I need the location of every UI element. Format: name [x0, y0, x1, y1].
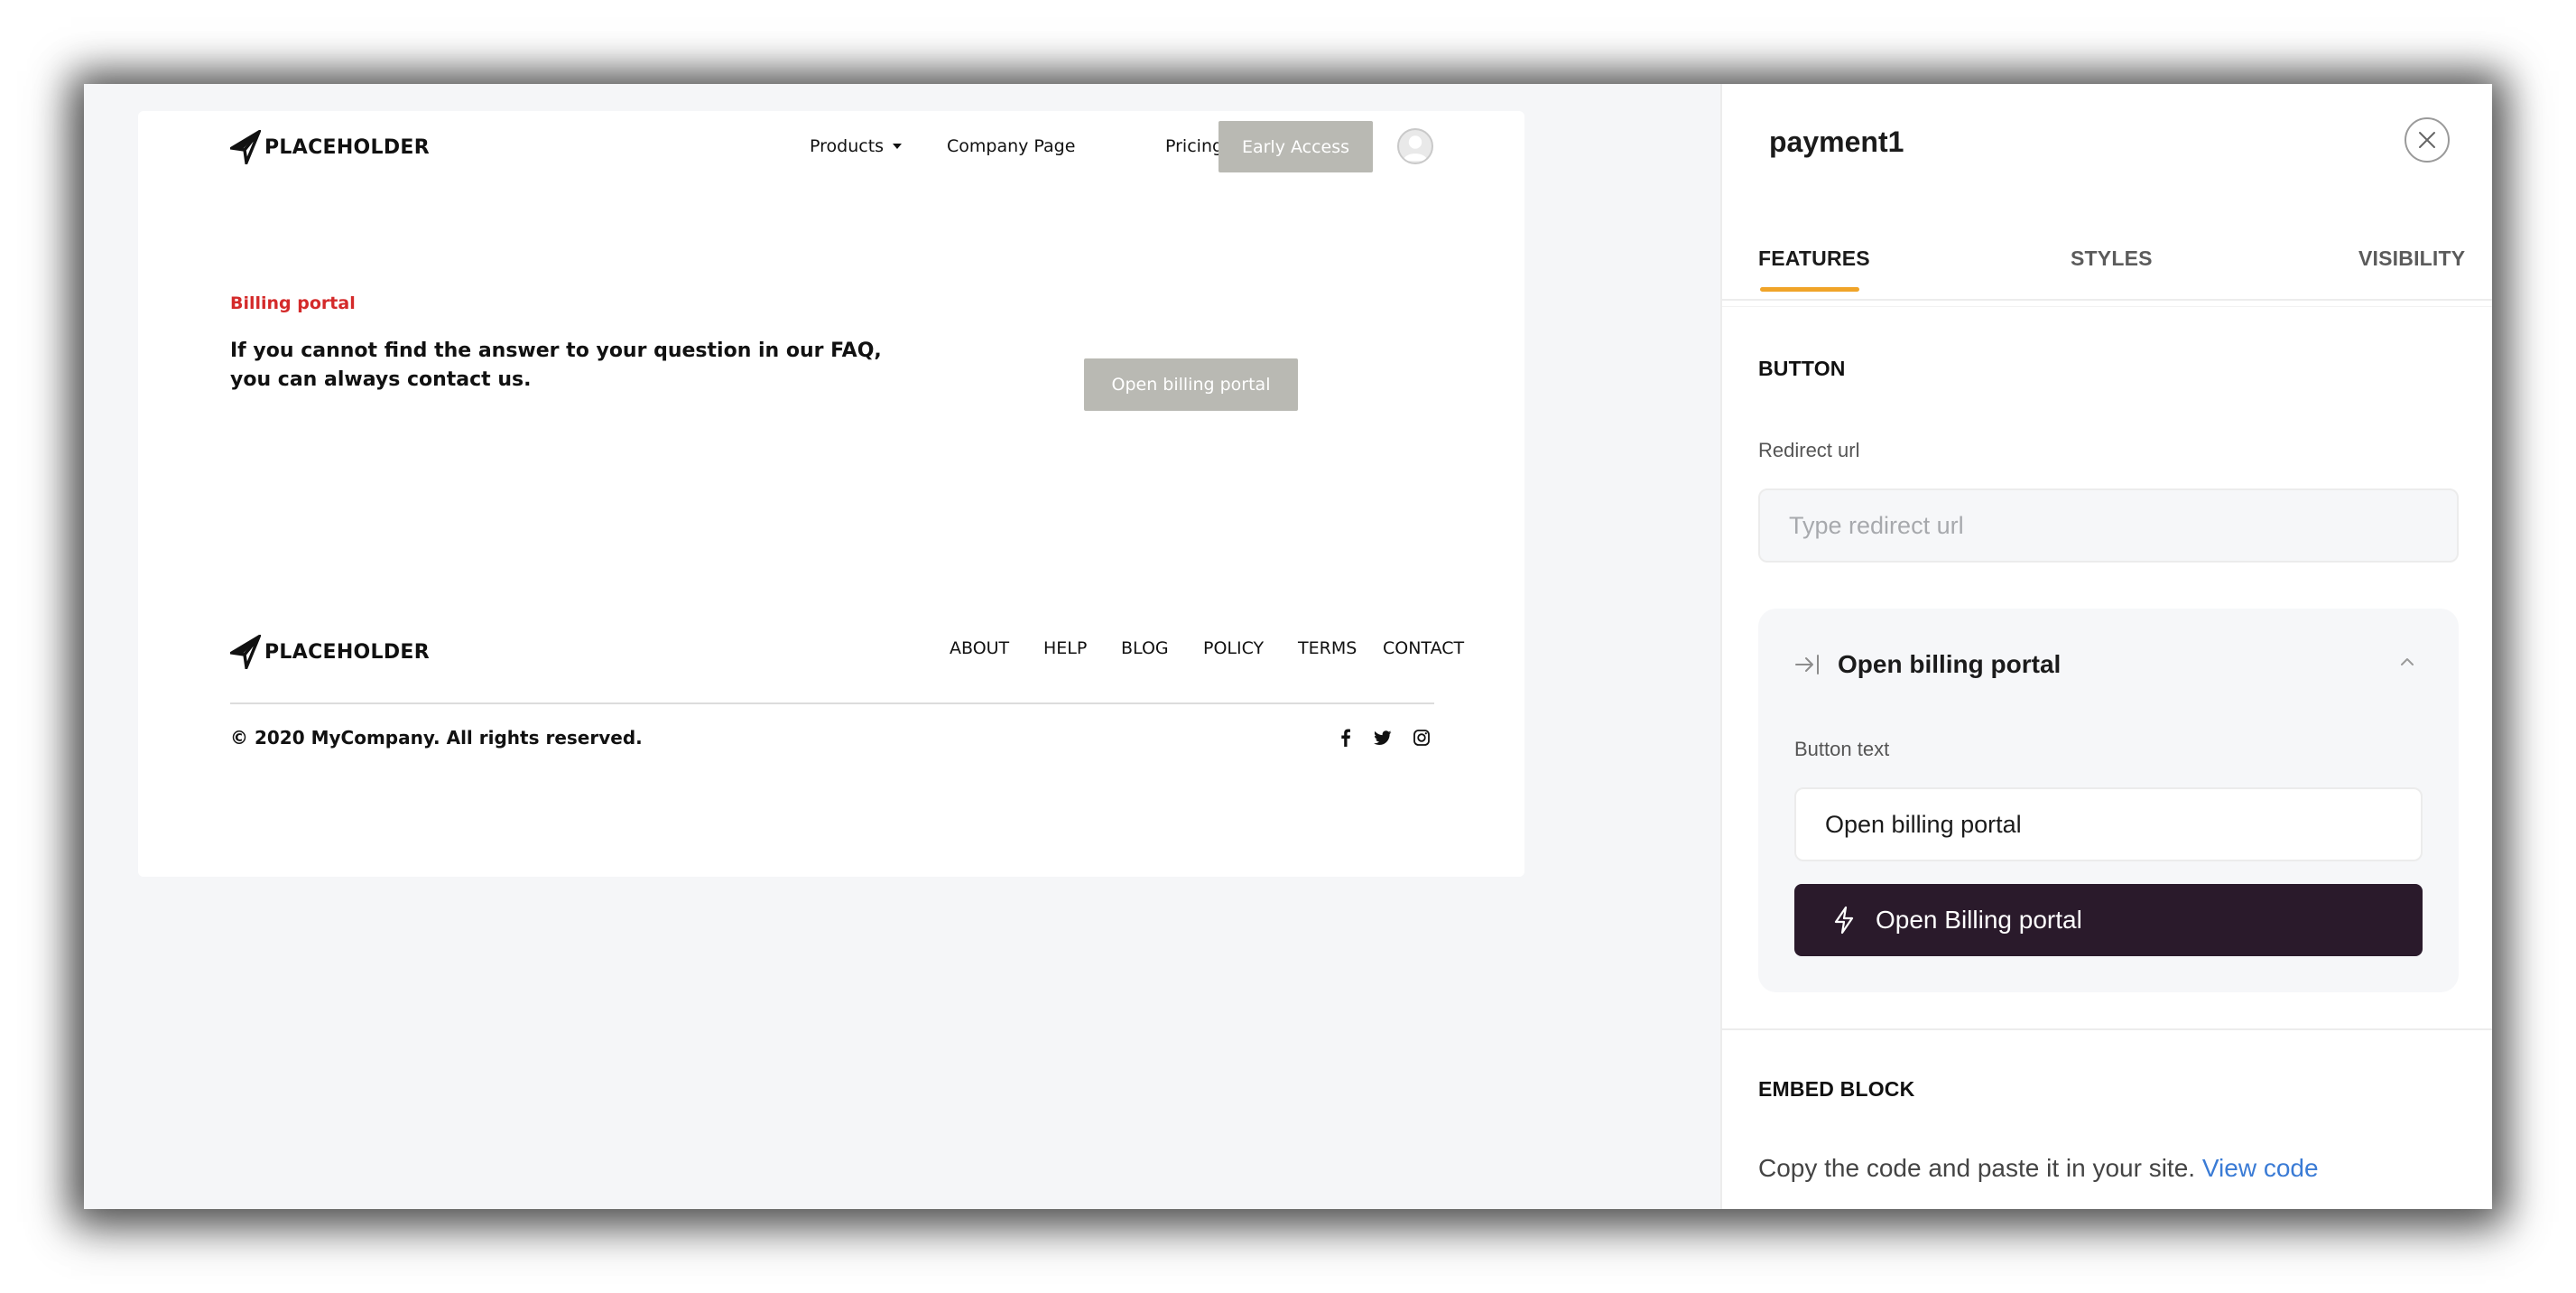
footer-link-help[interactable]: HELP	[1043, 638, 1087, 658]
twitter-link[interactable]	[1372, 727, 1394, 749]
logo-text: PLACEHOLDER	[264, 640, 431, 664]
billing-description: If you cannot find the answer to your qu…	[230, 340, 882, 391]
embed-section-heading: EMBED BLOCK	[1758, 1077, 1915, 1101]
facebook-link[interactable]	[1335, 727, 1357, 749]
button-section-heading: BUTTON	[1758, 357, 1846, 380]
arrow-right-to-line-icon	[1795, 655, 1819, 674]
early-access-button[interactable]: Early Access	[1219, 121, 1373, 172]
footer-logo[interactable]: PLACEHOLDER	[230, 635, 430, 669]
view-code-link[interactable]: View code	[2202, 1154, 2319, 1182]
settings-panel: payment1 FEATURES STYLES VISIBILITY BUTT…	[1720, 84, 2492, 1209]
paper-plane-icon	[230, 635, 261, 669]
footer-divider	[230, 702, 1434, 704]
avatar[interactable]	[1397, 128, 1433, 164]
card-title: Open billing portal	[1838, 650, 2062, 678]
app-window: PLACEHOLDER Products Company Page Pricin…	[84, 84, 2492, 1209]
caret-down-icon	[893, 144, 903, 149]
tab-styles[interactable]: STYLES	[2071, 247, 2153, 271]
footer-link-about[interactable]: ABOUT	[950, 638, 1009, 658]
button-text-label: Button text	[1794, 738, 1890, 760]
header-logo[interactable]: PLACEHOLDER	[230, 130, 430, 164]
button-text-input[interactable]	[1794, 787, 2423, 861]
facebook-icon	[1341, 729, 1350, 747]
billing-button-card: Open billing portal Button text Open Bil…	[1758, 609, 2459, 992]
embed-instructions: Copy the code and paste it in your site.…	[1758, 1154, 2319, 1183]
instagram-icon	[1413, 730, 1430, 746]
footer-link-contact[interactable]: CONTACT	[1383, 638, 1464, 658]
footer-link-policy[interactable]: POLICY	[1203, 638, 1264, 658]
nav-products-dropdown[interactable]: Products	[810, 136, 903, 156]
nav-company-link[interactable]: Company Page	[947, 136, 1075, 156]
tab-features[interactable]: FEATURES	[1758, 247, 1870, 271]
logo-text: PLACEHOLDER	[264, 135, 431, 159]
twitter-icon	[1374, 730, 1392, 745]
lightning-icon	[1834, 906, 1854, 935]
page-preview: PLACEHOLDER Products Company Page Pricin…	[138, 111, 1524, 877]
paper-plane-icon	[230, 130, 261, 164]
open-billing-portal-label: Open Billing portal	[1876, 906, 2082, 934]
close-icon	[2419, 132, 2435, 148]
footer-link-blog[interactable]: BLOG	[1121, 638, 1169, 658]
redirect-url-input[interactable]	[1758, 488, 2459, 563]
tab-divider-secondary	[1722, 306, 2492, 307]
tab-divider	[1722, 299, 2492, 301]
redirect-url-label: Redirect url	[1758, 439, 1860, 461]
billing-eyebrow: Billing portal	[230, 293, 356, 313]
active-tab-indicator	[1760, 287, 1859, 292]
preview-open-billing-button[interactable]: Open billing portal	[1084, 358, 1298, 411]
footer-link-terms[interactable]: TERMS	[1298, 638, 1357, 658]
section-divider	[1722, 1028, 2492, 1030]
user-avatar-icon	[1403, 135, 1428, 162]
embed-text: Copy the code and paste it in your site.	[1758, 1154, 2196, 1182]
copyright-text: © 2020 MyCompany. All rights reserved.	[230, 727, 643, 749]
nav-products-label: Products	[810, 136, 885, 156]
instagram-link[interactable]	[1411, 727, 1432, 749]
open-billing-portal-button[interactable]: Open Billing portal	[1794, 884, 2423, 956]
nav-pricing-link[interactable]: Pricing	[1165, 136, 1223, 156]
close-panel-button[interactable]	[2405, 117, 2450, 163]
chevron-up-icon[interactable]	[2395, 650, 2419, 674]
tab-visibility[interactable]: VISIBILITY	[2358, 247, 2465, 271]
panel-title: payment1	[1769, 126, 1904, 158]
